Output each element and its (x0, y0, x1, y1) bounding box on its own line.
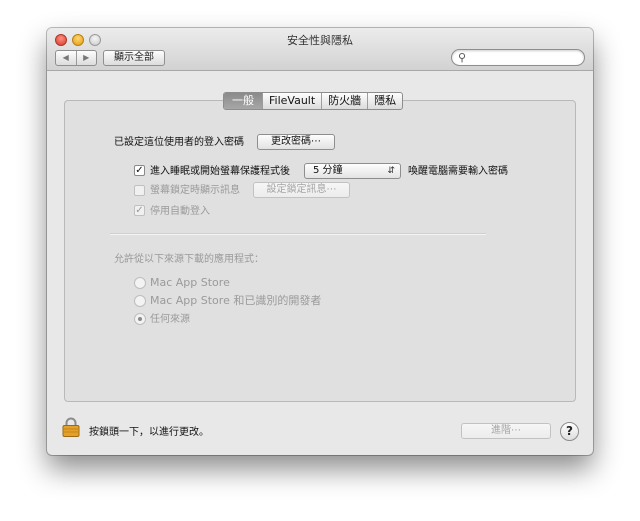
advanced-button[interactable]: 進階⋯ (461, 423, 551, 439)
window-title: 安全性與隱私 (287, 34, 353, 47)
radio-label-mac-app-store: Mac App Store (150, 276, 230, 289)
set-lock-message-button[interactable]: 設定鎖定訊息⋯ (253, 182, 350, 198)
lock-instruction: 按鎖頭一下，以進行更改。 (89, 427, 209, 438)
require-password-label: 進入睡眠或開始螢幕保護程式後 (150, 166, 290, 177)
require-password-checkbox[interactable]: ✓ (134, 165, 145, 176)
password-delay-select[interactable]: 5 分鐘 ⇵ (304, 163, 401, 179)
radio-label-anywhere: 任何來源 (150, 314, 190, 325)
radio-identified-developers[interactable] (134, 295, 146, 307)
login-password-label: 已設定這位使用者的登入密碼 (114, 137, 244, 148)
forward-arrow-icon[interactable]: ▶ (77, 51, 97, 65)
tab-filevault[interactable]: FileVault (262, 93, 321, 109)
password-delay-value: 5 分鐘 (313, 165, 343, 176)
back-arrow-icon[interactable]: ◀ (56, 51, 77, 65)
tab-general[interactable]: 一般 (224, 93, 262, 109)
radio-label-identified-developers: Mac App Store 和已識別的開發者 (150, 294, 322, 307)
downloads-label: 允許從以下來源下載的應用程式： (114, 254, 264, 265)
search-field[interactable]: ⚲ (451, 49, 585, 66)
disable-auto-login-label: 停用自動登入 (150, 206, 210, 217)
help-button[interactable]: ? (560, 422, 579, 441)
tab-bar: 一般 FileVault 防火牆 隱私 (223, 92, 404, 110)
tab-privacy[interactable]: 隱私 (367, 93, 402, 109)
lock-icon[interactable] (62, 417, 80, 437)
tab-firewall[interactable]: 防火牆 (321, 93, 367, 109)
chevron-updown-icon: ⇵ (387, 166, 395, 176)
show-all-button[interactable]: 顯示全部 (103, 50, 165, 66)
radio-mac-app-store[interactable] (134, 277, 146, 289)
require-password-suffix: 喚醒電腦需要輸入密碼 (408, 166, 508, 177)
show-message-label: 螢幕鎖定時顯示訊息 (150, 185, 240, 196)
search-icon: ⚲ (458, 51, 467, 64)
search-input[interactable] (472, 51, 577, 64)
title-bar: 安全性與隱私 ◀ ▶ 顯示全部 ⚲ (47, 28, 593, 71)
divider (110, 233, 486, 235)
preferences-window: 安全性與隱私 ◀ ▶ 顯示全部 ⚲ 一般 FileVault 防火牆 隱私 已設… (47, 28, 593, 455)
disable-auto-login-checkbox[interactable]: ✓ (134, 205, 145, 216)
radio-anywhere[interactable] (134, 313, 146, 325)
change-password-button[interactable]: 更改密碼⋯ (257, 134, 335, 150)
radio-selected-dot (138, 317, 142, 321)
show-message-checkbox[interactable] (134, 185, 145, 196)
nav-segmented-control: ◀ ▶ (55, 50, 97, 66)
